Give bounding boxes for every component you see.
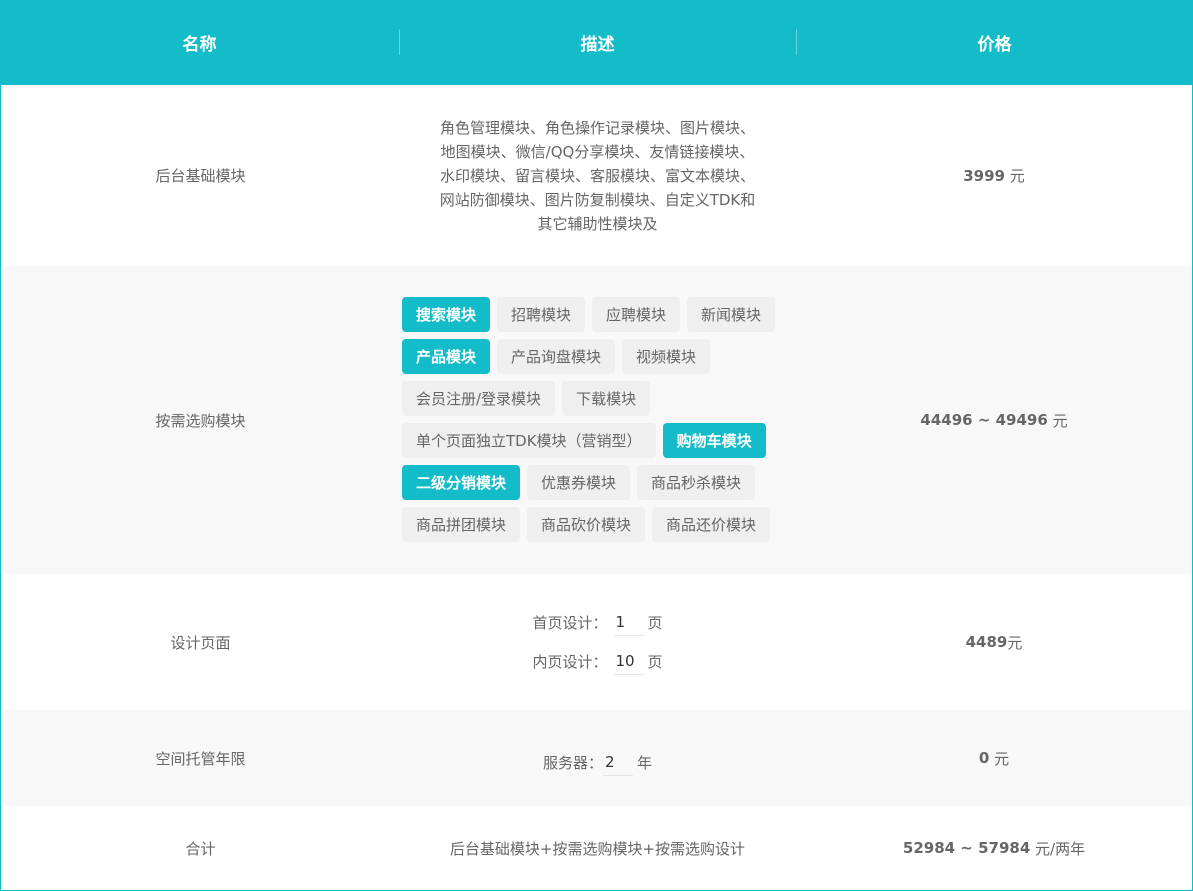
row-price: 44496 ~ 49496 元 [796, 266, 1192, 574]
price-unit: 元 [989, 749, 1010, 768]
design-page-form: 首页设计： 页 内页设计： 页 [532, 609, 663, 675]
module-tag[interactable]: 商品还价模块 [652, 507, 771, 542]
module-tag[interactable]: 应聘模块 [592, 297, 681, 332]
price-unit: 元 [1004, 167, 1025, 185]
price-unit: 元 [1047, 411, 1068, 430]
row-name: 设计页面 [170, 633, 231, 652]
table-row-total: 合计 后台基础模块+按需选购模块+按需选购设计 52984 ~ 57984 元/… [2, 806, 1192, 890]
price-unit: 元/两年 [1030, 839, 1086, 858]
module-tag[interactable]: 商品秒杀模块 [637, 465, 756, 500]
row-price: 0 元 [796, 710, 1192, 806]
module-tag[interactable]: 优惠券模块 [527, 465, 631, 500]
price-value: 3999 [963, 166, 1005, 185]
tag-line: 搜索模块 招聘模块 应聘模块 新闻模块 [402, 297, 802, 332]
row-desc: 后台基础模块+按需选购模块+按需选购设计 [449, 839, 746, 858]
row-price: 52984 ~ 57984 元/两年 [796, 806, 1192, 890]
tag-line: 会员注册/登录模块 下载模块 [402, 381, 802, 416]
year-unit: 年 [637, 753, 653, 772]
page-unit: 页 [647, 614, 663, 632]
header-price: 价格 [977, 35, 1012, 55]
tag-line: 二级分销模块 优惠券模块 商品秒杀模块 [402, 465, 802, 500]
row-name: 合计 [185, 839, 216, 858]
table-header: 名称 描述 价格 [1, 0, 1193, 85]
home-design-label: 首页设计： [532, 614, 608, 632]
table-row-base: 后台基础模块 角色管理模块、角色操作记录模块、图片模块、 地图模块、微信/QQ分… [2, 85, 1192, 266]
server-label: 服务器： [542, 753, 603, 772]
module-tag[interactable]: 产品询盘模块 [497, 339, 616, 374]
price-value: 44496 ~ 49496 [920, 411, 1048, 429]
module-tag[interactable]: 二级分销模块 [402, 465, 521, 500]
row-name: 空间托管年限 [155, 749, 246, 768]
price-unit: 元 [1007, 633, 1023, 652]
tag-line: 商品拼团模块 商品砍价模块 商品还价模块 [402, 507, 802, 542]
page-unit: 页 [647, 653, 663, 671]
row-name: 按需选购模块 [155, 411, 246, 430]
module-tag[interactable]: 商品拼团模块 [402, 507, 521, 542]
module-tag-list: 搜索模块 招聘模块 应聘模块 新闻模块 产品模块 产品询盘模块 视频模块 会员注册/登录模… [402, 297, 802, 542]
server-years-input[interactable] [603, 748, 633, 776]
home-design-field: 首页设计： 页 [532, 609, 663, 636]
price-value: 52984 ~ 57984 [902, 839, 1031, 857]
row-price: 4489 元 [796, 574, 1192, 710]
home-page-count-input[interactable] [613, 609, 644, 636]
price-value: 4489 [965, 633, 1008, 651]
table-row-optional: 按需选购模块 搜索模块 招聘模块 应聘模块 新闻模块 产品模块 产品询盘模块 视频模块 会… [2, 266, 1192, 574]
pricing-table: 名称 描述 价格 后台基础模块 角色管理模块、角色操作记录模块、图片模块、 地图… [0, 0, 1193, 891]
table-row-design: 设计页面 首页设计： 页 内页设计： 页 4489元 [2, 574, 1192, 710]
base-module-description: 角色管理模块、角色操作记录模块、图片模块、 地图模块、微信/QQ分享模块、友情链… [428, 116, 768, 236]
row-desc: 首页设计： 页 内页设计： 页 [399, 574, 796, 710]
module-tag[interactable]: 搜索模块 [402, 297, 491, 332]
inner-page-count-input[interactable] [613, 648, 644, 675]
row-name: 后台基础模块 [155, 167, 246, 185]
module-tag[interactable]: 招聘模块 [497, 297, 586, 332]
header-desc: 描述 [580, 35, 615, 55]
desc-line: 角色管理模块、角色操作记录模块、图片模块、 [439, 118, 755, 137]
tag-line: 单个页面独立TDK模块（营销型） 购物车模块 [402, 423, 802, 458]
desc-line: 地图模块、微信/QQ分享模块、友情链接模块、 [440, 142, 755, 161]
table-row-hosting: 空间托管年限 服务器： 年 0 元 [2, 710, 1192, 806]
desc-line: 网站防御模块、图片防复制模块、自定义TDK和 [439, 190, 756, 209]
server-years-field: 服务器： 年 [542, 748, 653, 776]
module-tag[interactable]: 下载模块 [562, 381, 651, 416]
module-tag[interactable]: 商品砍价模块 [527, 507, 646, 542]
header-name: 名称 [182, 35, 217, 55]
module-tag[interactable]: 会员注册/登录模块 [402, 381, 556, 416]
desc-line: 其它辅助性模块及 [537, 214, 658, 233]
inner-design-label: 内页设计： [532, 653, 608, 671]
row-desc: 服务器： 年 [399, 710, 796, 806]
row-desc: 角色管理模块、角色操作记录模块、图片模块、 地图模块、微信/QQ分享模块、友情链… [399, 85, 796, 266]
desc-line: 水印模块、留言模块、客服模块、富文本模块、 [439, 166, 755, 185]
module-tag[interactable]: 新闻模块 [687, 297, 776, 332]
module-tag[interactable]: 单个页面独立TDK模块（营销型） [402, 423, 656, 458]
row-price: 3999 元 [796, 85, 1192, 266]
tag-line: 产品模块 产品询盘模块 视频模块 [402, 339, 802, 374]
price-value: 0 [978, 749, 990, 767]
inner-design-field: 内页设计： 页 [532, 648, 663, 675]
module-tag[interactable]: 购物车模块 [662, 423, 766, 458]
module-tag[interactable]: 产品模块 [402, 339, 491, 374]
module-tag[interactable]: 视频模块 [622, 339, 711, 374]
